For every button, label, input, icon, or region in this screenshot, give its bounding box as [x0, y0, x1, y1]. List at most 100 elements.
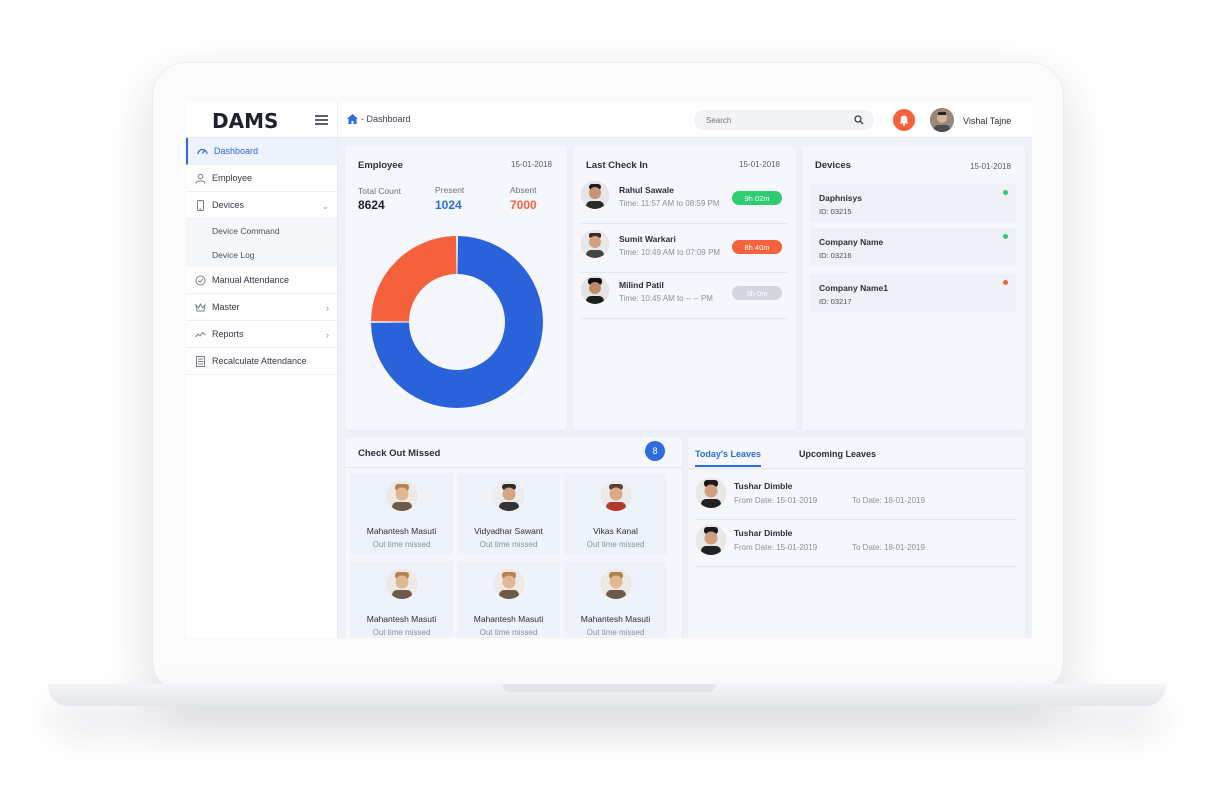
breadcrumb-label: - Dashboard	[361, 114, 411, 124]
missed-name: Mahantesh Masuti	[580, 614, 651, 624]
missed-name: Mahantesh Masuti	[366, 614, 437, 624]
device-id: ID: 03216	[819, 251, 852, 260]
duration-badge: 8h 40m	[732, 240, 782, 254]
checkin-time: Time: 11:57 AM to 08:59 PM	[619, 199, 720, 208]
search-icon[interactable]	[854, 115, 864, 125]
device-name: Company Name1	[819, 283, 888, 293]
last-checkin-date: 15-01-2018	[739, 160, 780, 169]
missed-name: Vidyadhar Sawant	[474, 526, 543, 536]
user-avatar[interactable]	[930, 108, 954, 132]
person-face-icon	[601, 481, 631, 511]
leave-row[interactable]: Tushar Dimble From Date: 15-01-2019 To D…	[696, 521, 1016, 567]
app-logo[interactable]: DAMS	[212, 109, 278, 133]
devices-title: Devices	[815, 160, 851, 171]
sidebar-subitem-device-log[interactable]: Device Log	[186, 243, 337, 267]
leave-from-date: From Date: 15-01-2019	[734, 543, 818, 552]
checkout-missed-title: Check Out Missed	[358, 448, 441, 459]
status-dot	[1003, 190, 1008, 195]
missed-tile[interactable]: Vidyadhar Sawant Out time missed	[457, 473, 560, 555]
total-count-label: Total Count	[358, 186, 401, 196]
sidebar-item-employee[interactable]: Employee	[186, 165, 337, 192]
home-icon[interactable]	[347, 114, 358, 124]
sidebar-item-reports[interactable]: Reports ›	[186, 321, 337, 348]
device-name: Daphnisys	[819, 193, 862, 203]
sidebar-subitem-device-command[interactable]: Device Command	[186, 219, 337, 243]
person-face-icon	[494, 569, 524, 599]
device-name: Company Name	[819, 237, 884, 247]
missed-status: Out time missed	[479, 540, 538, 549]
trend-icon	[195, 331, 206, 338]
sidebar-item-label: Devices	[212, 200, 245, 210]
person-face-icon	[387, 569, 417, 599]
checkin-time: Time: 10:49 AM to 07:09 PM	[619, 248, 721, 257]
missed-tile[interactable]: Mahantesh Masuti Out time missed	[350, 473, 453, 555]
checkin-row[interactable]: Sumit Warkari Time: 10:49 AM to 07:09 PM…	[581, 227, 788, 273]
breadcrumb: - Dashboard	[347, 114, 411, 124]
person-face-icon	[696, 478, 726, 508]
device-item[interactable]: Company Name1 ID: 03217	[810, 274, 1016, 312]
device-id: ID: 03215	[819, 207, 852, 216]
search-input[interactable]	[694, 110, 844, 131]
menu-toggle-icon[interactable]	[315, 115, 328, 125]
device-item[interactable]: Daphnisys ID: 03215	[810, 184, 1016, 222]
checkin-row[interactable]: Rahul Sawale Time: 11:57 AM to 08:59 PM …	[581, 178, 788, 224]
missed-status: Out time missed	[586, 628, 645, 637]
bell-icon	[899, 115, 909, 126]
device-item[interactable]: Company Name ID: 03216	[810, 228, 1016, 266]
sidebar-item-master[interactable]: Master ›	[186, 294, 337, 321]
sidebar-item-recalculate-attendance[interactable]: Recalculate Attendance	[186, 348, 337, 375]
checkin-row[interactable]: Milind Patil Time: 10:45 AM to -- -- PM …	[581, 273, 788, 319]
leave-row[interactable]: Tushar Dimble From Date: 15-01-2019 To D…	[696, 474, 1016, 520]
sidebar: Dashboard Employee Devices ⌄ Device Comm…	[186, 138, 338, 638]
crown-icon	[195, 302, 206, 312]
present-label: Present	[435, 185, 465, 195]
missed-status: Out time missed	[372, 628, 431, 637]
missed-name: Mahantesh Masuti	[366, 526, 437, 536]
sidebar-item-label: Manual Attendance	[212, 275, 290, 285]
chevron-right-icon: ›	[326, 330, 329, 340]
divider	[688, 468, 1025, 469]
person-face-icon	[494, 481, 524, 511]
devices-card: Devices 15-01-2018 Daphnisys ID: 03215 C…	[802, 146, 1025, 430]
missed-tile[interactable]: Mahantesh Masuti Out time missed	[457, 561, 560, 638]
missed-status: Out time missed	[372, 540, 431, 549]
mobile-device-icon	[197, 200, 204, 211]
leaves-card: Today's Leaves Upcoming Leaves Tushar Di…	[688, 437, 1025, 638]
dashboard-icon	[197, 148, 208, 155]
device-id: ID: 03217	[819, 297, 852, 306]
employee-card-title: Employee	[358, 160, 403, 171]
laptop-notch	[502, 684, 716, 692]
absent-label: Absent	[510, 185, 537, 195]
missed-tile[interactable]: Mahantesh Masuti Out time missed	[350, 561, 453, 638]
user-icon	[195, 173, 206, 184]
employee-card-date: 15-01-2018	[511, 160, 552, 169]
person-face-icon	[581, 230, 609, 258]
sidebar-item-manual-attendance[interactable]: Manual Attendance	[186, 267, 337, 294]
sidebar-item-label: Employee	[212, 173, 253, 183]
person-face-icon	[581, 181, 609, 209]
sidebar-item-dashboard[interactable]: Dashboard	[186, 138, 337, 165]
leave-to-date: To Date: 18-01-2019	[852, 543, 925, 552]
person-face-icon	[387, 481, 417, 511]
status-dot	[1003, 234, 1008, 239]
person-face-icon	[696, 525, 726, 555]
logo-area: DAMS	[186, 102, 338, 138]
check-circle-icon	[195, 275, 206, 286]
missed-status: Out time missed	[586, 540, 645, 549]
search-box[interactable]	[694, 110, 874, 131]
missed-tile[interactable]: Vikas Kanal Out time missed	[564, 473, 667, 555]
avatar	[696, 478, 726, 508]
leave-name: Tushar Dimble	[734, 528, 793, 538]
present-value: 1024	[435, 198, 462, 212]
duration-badge: 0h 0m	[732, 286, 782, 300]
chevron-right-icon: ›	[326, 303, 329, 313]
user-name[interactable]: Vishal Tajne	[963, 116, 1011, 126]
donut-slice-absent[interactable]	[371, 236, 457, 322]
sidebar-item-devices[interactable]: Devices ⌄	[186, 192, 337, 219]
top-bar: DAMS - Dashboard Vishal Tajne	[186, 102, 1032, 138]
avatar	[494, 481, 524, 511]
tab-todays-leaves[interactable]: Today's Leaves	[695, 449, 762, 467]
missed-tile[interactable]: Mahantesh Masuti Out time missed	[564, 561, 667, 638]
notification-button[interactable]	[893, 109, 915, 131]
tab-upcoming-leaves[interactable]: Upcoming Leaves	[799, 449, 876, 465]
